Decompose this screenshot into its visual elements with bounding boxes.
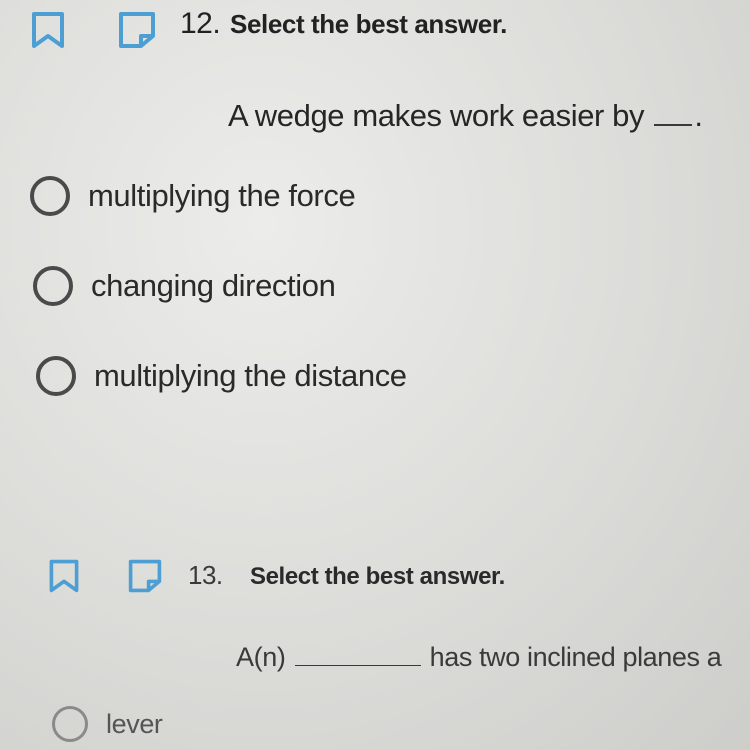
bookmark-icon[interactable]	[28, 10, 68, 50]
radio-button[interactable]	[36, 356, 76, 396]
answer-blank	[654, 122, 693, 126]
option-label: multiplying the force	[88, 178, 356, 213]
question-stem: A wedge makes work easier by .	[228, 98, 703, 134]
question-number: 13.	[188, 560, 223, 590]
answer-option[interactable]: multiplying the force	[30, 176, 356, 216]
answer-blank	[294, 663, 421, 666]
radio-button[interactable]	[52, 706, 88, 742]
radio-button[interactable]	[30, 176, 70, 216]
answer-option[interactable]: changing direction	[33, 266, 336, 306]
question-13: 13. Select the best answer. A(n) has two…	[0, 530, 750, 750]
stem-end: has two inclined planes a	[429, 642, 722, 672]
question-stem: A(n) has two inclined planes a	[236, 642, 722, 673]
option-label: changing direction	[91, 268, 336, 303]
radio-button[interactable]	[33, 266, 73, 306]
question-12: 12. Select the best answer. A wedge make…	[0, 0, 750, 470]
stem-text: A(n)	[236, 642, 286, 672]
stem-end: .	[694, 98, 703, 133]
question-instruction: Select the best answer.	[250, 563, 505, 590]
stem-text: A wedge makes work easier by	[228, 98, 645, 133]
bookmark-icon[interactable]	[46, 558, 82, 594]
answer-option[interactable]: lever	[52, 706, 163, 742]
note-icon[interactable]	[116, 10, 158, 50]
question-instruction: Select the best answer.	[230, 9, 507, 39]
answer-option[interactable]: multiplying the distance	[36, 356, 407, 396]
option-label: multiplying the distance	[94, 358, 407, 393]
question-number: 12.	[180, 7, 221, 40]
option-label: lever	[106, 708, 163, 739]
note-icon[interactable]	[126, 558, 164, 594]
